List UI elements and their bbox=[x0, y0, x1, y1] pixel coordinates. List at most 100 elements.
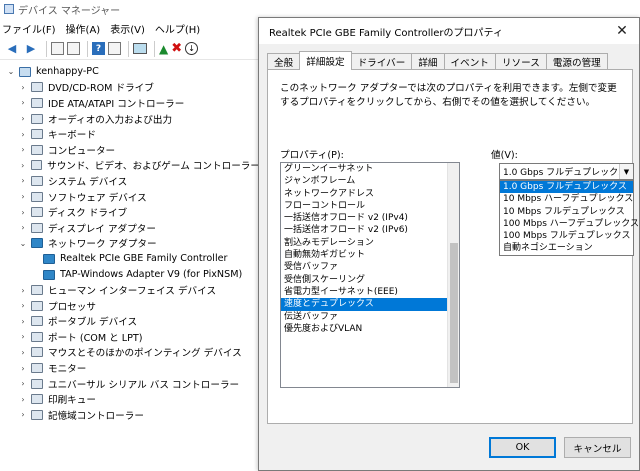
list-item[interactable]: 受信側スケーリング bbox=[281, 274, 447, 286]
chevron-right-icon[interactable]: › bbox=[18, 208, 28, 217]
tab-events[interactable]: イベント bbox=[443, 53, 496, 70]
chevron-down-icon[interactable]: ⌄ bbox=[18, 239, 28, 248]
tree-item[interactable]: › プロセッサ bbox=[0, 298, 260, 314]
chevron-right-icon[interactable]: › bbox=[18, 379, 28, 388]
tab-general[interactable]: 全般 bbox=[267, 53, 301, 70]
tree-item-label: 印刷キュー bbox=[48, 395, 96, 407]
tree-item[interactable]: › ポータブル デバイス bbox=[0, 314, 260, 330]
tree-item[interactable]: › サウンド、ビデオ、およびゲーム コントローラー bbox=[0, 158, 260, 174]
chevron-right-icon[interactable]: › bbox=[18, 348, 28, 357]
chevron-down-icon[interactable]: ⌄ bbox=[6, 67, 16, 76]
tree-item-tap-adapter[interactable]: TAP-Windows Adapter V9 (for PixNSM) bbox=[0, 267, 260, 283]
dropdown-option[interactable]: 100 Mbps フルデュプレックス bbox=[500, 230, 633, 242]
cancel-button[interactable]: キャンセル bbox=[564, 437, 631, 458]
tree-item-label: kenhappy-PC bbox=[36, 66, 99, 78]
menu-help[interactable]: ヘルプ(H) bbox=[155, 21, 200, 36]
chevron-right-icon[interactable]: › bbox=[18, 98, 28, 107]
chevron-right-icon[interactable]: › bbox=[18, 114, 28, 123]
chevron-right-icon[interactable]: › bbox=[18, 161, 28, 170]
chevron-right-icon[interactable]: › bbox=[18, 145, 28, 154]
dropdown-option[interactable]: 10 Mbps ハーフデュプレックス bbox=[500, 193, 633, 205]
list-item[interactable]: フローコントロール bbox=[281, 200, 447, 212]
menu-view[interactable]: 表示(V) bbox=[110, 21, 145, 36]
value-label: 値(V): bbox=[491, 150, 518, 161]
chevron-right-icon[interactable]: › bbox=[18, 364, 28, 373]
tree-item-network-adapters[interactable]: ⌄ ネットワーク アダプター bbox=[0, 236, 260, 252]
chevron-right-icon[interactable]: › bbox=[18, 286, 28, 295]
dropdown-option[interactable]: 1.0 Gbps フルデュプレックス bbox=[500, 181, 633, 194]
value-select[interactable]: 1.0 Gbps フルデュプレックス ▼ bbox=[499, 163, 634, 180]
list-item[interactable]: 受信バッファ bbox=[281, 261, 447, 273]
forward-arrow-icon[interactable]: ▶ bbox=[23, 41, 39, 57]
tree-item[interactable]: › 印刷キュー bbox=[0, 391, 260, 407]
tab-driver[interactable]: ドライバー bbox=[350, 53, 413, 70]
list-item[interactable]: 省電力型イーサネット(EEE) bbox=[281, 286, 447, 298]
list-item[interactable]: グリーンイーサネット bbox=[281, 163, 447, 175]
tab-details[interactable]: 詳細 bbox=[411, 53, 445, 70]
back-arrow-icon[interactable]: ◀ bbox=[4, 41, 20, 57]
tree-item[interactable]: › モニター bbox=[0, 360, 260, 376]
tree-item-label: ネットワーク アダプター bbox=[48, 239, 157, 251]
tab-resources[interactable]: リソース bbox=[494, 53, 547, 70]
tree-item[interactable]: › ヒューマン インターフェイス デバイス bbox=[0, 282, 260, 298]
chevron-right-icon[interactable]: › bbox=[18, 192, 28, 201]
list-item[interactable]: 割込みモデレーション bbox=[281, 237, 447, 249]
tree-root[interactable]: ⌄ kenhappy-PC bbox=[0, 64, 260, 80]
chevron-right-icon[interactable]: › bbox=[18, 176, 28, 185]
chevron-right-icon[interactable]: › bbox=[18, 410, 28, 419]
dropdown-option[interactable]: 100 Mbps ハーフデュプレックス bbox=[500, 218, 639, 230]
chevron-right-icon[interactable]: › bbox=[18, 223, 28, 232]
list-item-selected[interactable]: 速度とデュプレックス bbox=[281, 298, 447, 311]
tree-item[interactable]: › ディスプレイ アダプター bbox=[0, 220, 260, 236]
menu-action[interactable]: 操作(A) bbox=[66, 21, 101, 36]
list-item[interactable]: ネットワークアドレス bbox=[281, 188, 447, 200]
tree-item[interactable]: › ポート (COM と LPT) bbox=[0, 329, 260, 345]
chevron-right-icon[interactable]: › bbox=[18, 130, 28, 139]
tree-item[interactable]: › DVD/CD-ROM ドライブ bbox=[0, 80, 260, 96]
tree-item[interactable]: › ユニバーサル シリアル バス コントローラー bbox=[0, 376, 260, 392]
ok-button[interactable]: OK bbox=[489, 437, 556, 458]
update-driver-icon[interactable]: ▲ bbox=[159, 42, 168, 56]
tab-power-management[interactable]: 電源の管理 bbox=[545, 53, 608, 70]
speaker-icon bbox=[30, 160, 43, 171]
list-item[interactable]: 一括送信オフロード v2 (IPv4) bbox=[281, 212, 447, 224]
uninstall-device-icon[interactable]: ✖ bbox=[171, 41, 182, 56]
list-scrollbar[interactable] bbox=[447, 163, 459, 387]
tree-item[interactable]: › IDE ATA/ATAPI コントローラー bbox=[0, 95, 260, 111]
tree-item[interactable]: › キーボード bbox=[0, 126, 260, 142]
tree-item-realtek[interactable]: Realtek PCIe GBE Family Controller bbox=[0, 251, 260, 267]
tab-advanced[interactable]: 詳細設定 bbox=[299, 51, 352, 70]
list-item[interactable]: ジャンボフレーム bbox=[281, 175, 447, 187]
chevron-down-icon[interactable]: ▼ bbox=[619, 164, 633, 179]
chevron-right-icon[interactable]: › bbox=[18, 332, 28, 341]
tree-item[interactable]: › マウスとそのほかのポインティング デバイス bbox=[0, 345, 260, 361]
disable-device-icon[interactable]: ↓ bbox=[185, 42, 199, 55]
dropdown-option[interactable]: 自動ネゴシエーション bbox=[500, 242, 633, 254]
dropdown-option[interactable]: 10 Mbps フルデュプレックス bbox=[500, 206, 633, 218]
tree-item[interactable]: › 記憶域コントローラー bbox=[0, 407, 260, 423]
tree-item[interactable]: › ソフトウェア デバイス bbox=[0, 189, 260, 205]
dvd-drive-icon bbox=[31, 82, 43, 93]
help-icon[interactable]: ? bbox=[92, 42, 105, 55]
chevron-right-icon[interactable]: › bbox=[18, 317, 28, 326]
scrollbar-thumb[interactable] bbox=[450, 243, 458, 383]
device-manager-titlebar: デバイス マネージャー bbox=[0, 0, 640, 18]
list-item[interactable]: 伝送バッファ bbox=[281, 311, 447, 323]
close-icon[interactable]: ✕ bbox=[613, 22, 631, 40]
property-listbox[interactable]: グリーンイーサネット ジャンボフレーム ネットワークアドレス フローコントロール… bbox=[280, 162, 460, 388]
menu-file[interactable]: ファイル(F) bbox=[2, 21, 56, 36]
tree-item[interactable]: › システム デバイス bbox=[0, 173, 260, 189]
chevron-right-icon[interactable]: › bbox=[18, 301, 28, 310]
scan-hardware-icon[interactable] bbox=[133, 43, 147, 54]
show-hide-tree-icon[interactable] bbox=[51, 42, 64, 55]
chevron-right-icon[interactable]: › bbox=[18, 83, 28, 92]
tree-item[interactable]: › オーディオの入力および出力 bbox=[0, 111, 260, 127]
list-item[interactable]: 一括送信オフロード v2 (IPv6) bbox=[281, 224, 447, 236]
tree-item[interactable]: › ディスク ドライブ bbox=[0, 204, 260, 220]
chevron-right-icon[interactable]: › bbox=[18, 395, 28, 404]
list-item[interactable]: 優先度およびVLAN bbox=[281, 323, 447, 335]
properties-icon[interactable] bbox=[67, 42, 80, 55]
list-item[interactable]: 自動無効ギガビット bbox=[281, 249, 447, 261]
action-pane-icon[interactable] bbox=[108, 42, 121, 55]
tree-item[interactable]: › コンピューター bbox=[0, 142, 260, 158]
